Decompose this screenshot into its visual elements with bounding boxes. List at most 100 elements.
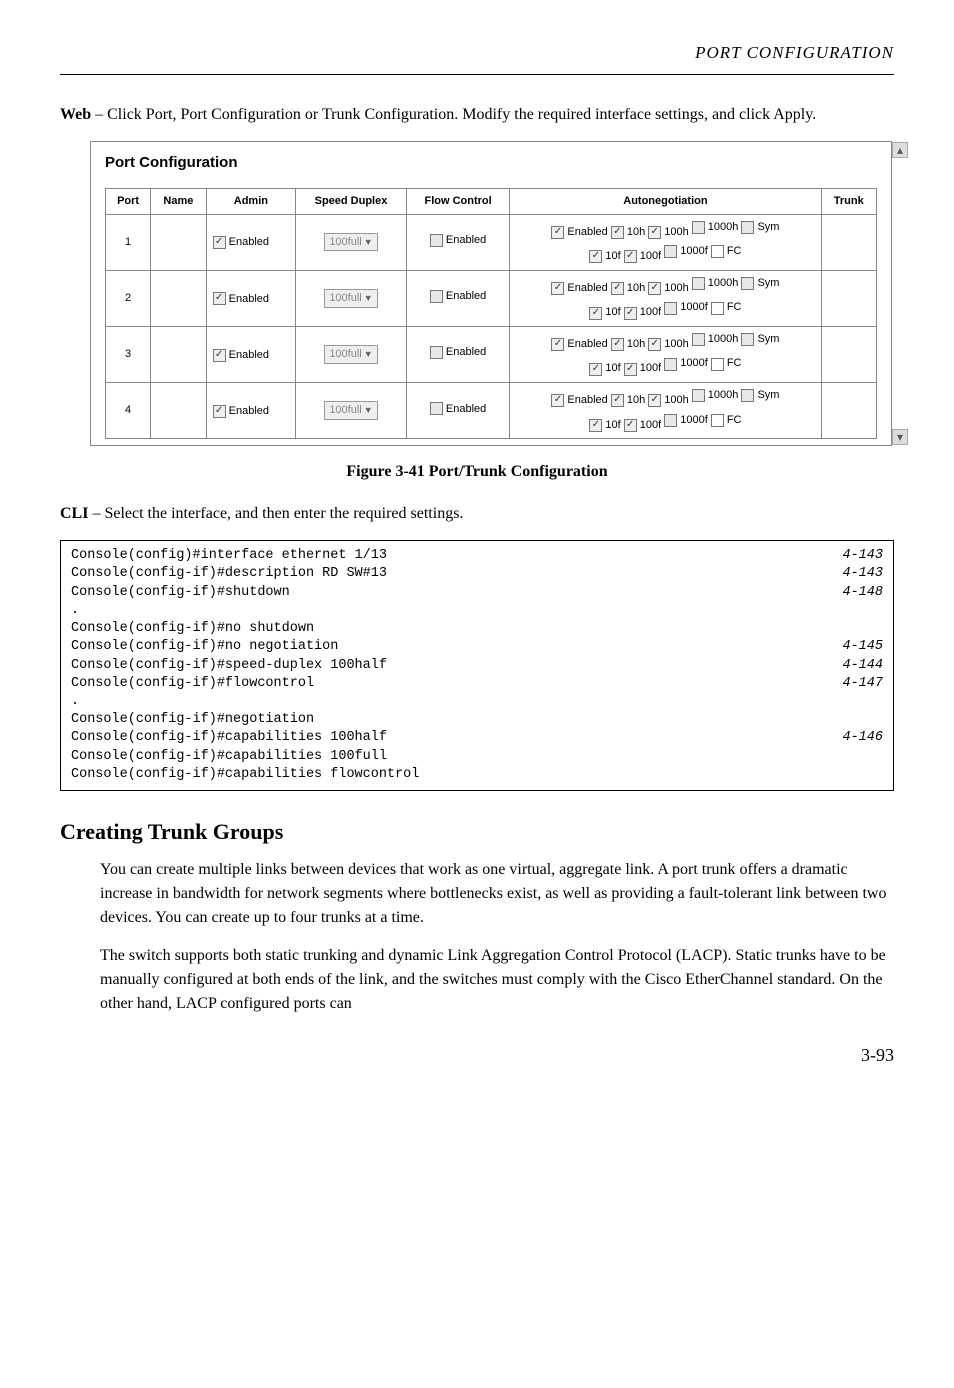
section-heading: Creating Trunk Groups	[60, 815, 894, 848]
admin-cell: ✓ Enabled	[206, 383, 296, 439]
checkbox-icon[interactable]	[741, 277, 754, 290]
section-body: You can create multiple links between de…	[100, 858, 894, 1016]
checkbox-icon[interactable]: ✓	[589, 250, 602, 263]
checkbox-icon[interactable]	[692, 277, 705, 290]
col-auton: Autonegotiation	[510, 189, 821, 215]
admin-cell: ✓ Enabled	[206, 326, 296, 382]
name-cell[interactable]	[151, 326, 206, 382]
checkbox-icon[interactable]: ✓	[624, 419, 637, 432]
checkbox-icon[interactable]	[430, 290, 443, 303]
autoneg-options: ✓ Enabled ✓ 10h ✓ 100h 1000h Sym✓ 10f ✓ …	[516, 219, 814, 266]
code-line: Console(config-if)#no negotiation4-145	[71, 638, 883, 656]
trunk-cell	[821, 270, 877, 326]
checkbox-icon[interactable]	[692, 221, 705, 234]
checkbox-icon[interactable]	[692, 333, 705, 346]
scroll-down-icon[interactable]: ▾	[892, 429, 908, 445]
auton-cell: ✓ Enabled ✓ 10h ✓ 100h 1000h Sym✓ 10f ✓ …	[510, 383, 821, 439]
checkbox-icon[interactable]	[741, 333, 754, 346]
paragraph-1: You can create multiple links between de…	[100, 858, 894, 930]
scrollbar[interactable]: ▴ ▾	[893, 142, 907, 446]
running-head: PORT CONFIGURATION	[60, 40, 894, 66]
name-cell[interactable]	[151, 383, 206, 439]
speed-cell: 100full▼	[296, 383, 407, 439]
checkbox-icon[interactable]: ✓	[551, 338, 564, 351]
checkbox-icon[interactable]: ✓	[624, 307, 637, 320]
checkbox-icon[interactable]	[711, 245, 724, 258]
speed-select[interactable]: 100full▼	[324, 289, 377, 308]
checkbox-icon[interactable]: ✓	[624, 250, 637, 263]
checkbox-icon[interactable]: ✓	[611, 338, 624, 351]
port-config-table: Port Name Admin Speed Duplex Flow Contro…	[105, 188, 877, 439]
checkbox-icon[interactable]: ✓	[648, 282, 661, 295]
scroll-up-icon[interactable]: ▴	[892, 142, 908, 158]
cli-label: CLI	[60, 505, 88, 522]
speed-cell: 100full▼	[296, 326, 407, 382]
table-row: 3✓ Enabled100full▼ Enabled✓ Enabled ✓ 10…	[106, 326, 877, 382]
checkbox-icon[interactable]	[430, 346, 443, 359]
checkbox-icon[interactable]: ✓	[589, 307, 602, 320]
enabled-label: Enabled	[229, 347, 269, 364]
checkbox-icon[interactable]	[664, 245, 677, 258]
checkbox-icon[interactable]: ✓	[589, 419, 602, 432]
checkbox-icon[interactable]	[711, 414, 724, 427]
col-speed: Speed Duplex	[296, 189, 407, 215]
speed-select[interactable]: 100full▼	[324, 401, 377, 420]
checkbox-icon[interactable]	[664, 414, 677, 427]
checkbox-icon[interactable]: ✓	[648, 338, 661, 351]
intro-text: – Click Port, Port Configuration or Trun…	[91, 106, 816, 123]
code-line: .	[71, 693, 883, 711]
checkbox-icon[interactable]: ✓	[551, 226, 564, 239]
checkbox-icon[interactable]: ✓	[624, 363, 637, 376]
trunk-cell	[821, 214, 877, 270]
chevron-down-icon: ▼	[364, 348, 373, 362]
window-title: Port Configuration	[105, 152, 877, 175]
checkbox-icon[interactable]	[711, 302, 724, 315]
auton-cell: ✓ Enabled ✓ 10h ✓ 100h 1000h Sym✓ 10f ✓ …	[510, 270, 821, 326]
checkbox-icon[interactable]	[692, 389, 705, 402]
trunk-cell	[821, 326, 877, 382]
checkbox-icon[interactable]: ✓	[551, 394, 564, 407]
checkbox-icon[interactable]: ✓	[648, 394, 661, 407]
code-line: Console(config-if)#flowcontrol4-147	[71, 675, 883, 693]
autoneg-options: ✓ Enabled ✓ 10h ✓ 100h 1000h Sym✓ 10f ✓ …	[516, 331, 814, 378]
code-line: Console(config-if)#capabilities flowcont…	[71, 766, 883, 784]
enabled-label: Enabled	[446, 401, 486, 418]
port-num: 2	[106, 270, 151, 326]
name-cell[interactable]	[151, 214, 206, 270]
speed-cell: 100full▼	[296, 214, 407, 270]
checkbox-icon[interactable]: ✓	[648, 226, 661, 239]
checkbox-icon[interactable]	[741, 221, 754, 234]
checkbox-icon[interactable]: ✓	[213, 292, 226, 305]
checkbox-icon[interactable]: ✓	[611, 282, 624, 295]
checkbox-icon[interactable]	[430, 402, 443, 415]
checkbox-icon[interactable]	[741, 389, 754, 402]
speed-select[interactable]: 100full▼	[324, 345, 377, 364]
checkbox-icon[interactable]	[430, 234, 443, 247]
checkbox-icon[interactable]: ✓	[611, 226, 624, 239]
trunk-cell	[821, 383, 877, 439]
name-cell[interactable]	[151, 270, 206, 326]
autoneg-options: ✓ Enabled ✓ 10h ✓ 100h 1000h Sym✓ 10f ✓ …	[516, 275, 814, 322]
flow-cell: Enabled	[406, 214, 510, 270]
chevron-down-icon: ▼	[364, 404, 373, 418]
code-line: Console(config-if)#description RD SW#134…	[71, 565, 883, 583]
checkbox-icon[interactable]: ✓	[551, 282, 564, 295]
chevron-down-icon: ▼	[364, 236, 373, 250]
autoneg-options: ✓ Enabled ✓ 10h ✓ 100h 1000h Sym✓ 10f ✓ …	[516, 387, 814, 434]
cli-paragraph: CLI – Select the interface, and then ent…	[60, 502, 894, 526]
checkbox-icon[interactable]: ✓	[589, 363, 602, 376]
checkbox-icon[interactable]: ✓	[611, 394, 624, 407]
code-line: Console(config-if)#no shutdown	[71, 620, 883, 638]
checkbox-icon[interactable]: ✓	[213, 349, 226, 362]
speed-select[interactable]: 100full▼	[324, 233, 377, 252]
auton-cell: ✓ Enabled ✓ 10h ✓ 100h 1000h Sym✓ 10f ✓ …	[510, 326, 821, 382]
code-listing: Console(config)#interface ethernet 1/134…	[60, 540, 894, 791]
flow-cell: Enabled	[406, 270, 510, 326]
checkbox-icon[interactable]	[664, 302, 677, 315]
checkbox-icon[interactable]	[711, 358, 724, 371]
code-line: .	[71, 602, 883, 620]
checkbox-icon[interactable]: ✓	[213, 405, 226, 418]
checkbox-icon[interactable]	[664, 358, 677, 371]
checkbox-icon[interactable]: ✓	[213, 236, 226, 249]
rule	[60, 74, 894, 75]
